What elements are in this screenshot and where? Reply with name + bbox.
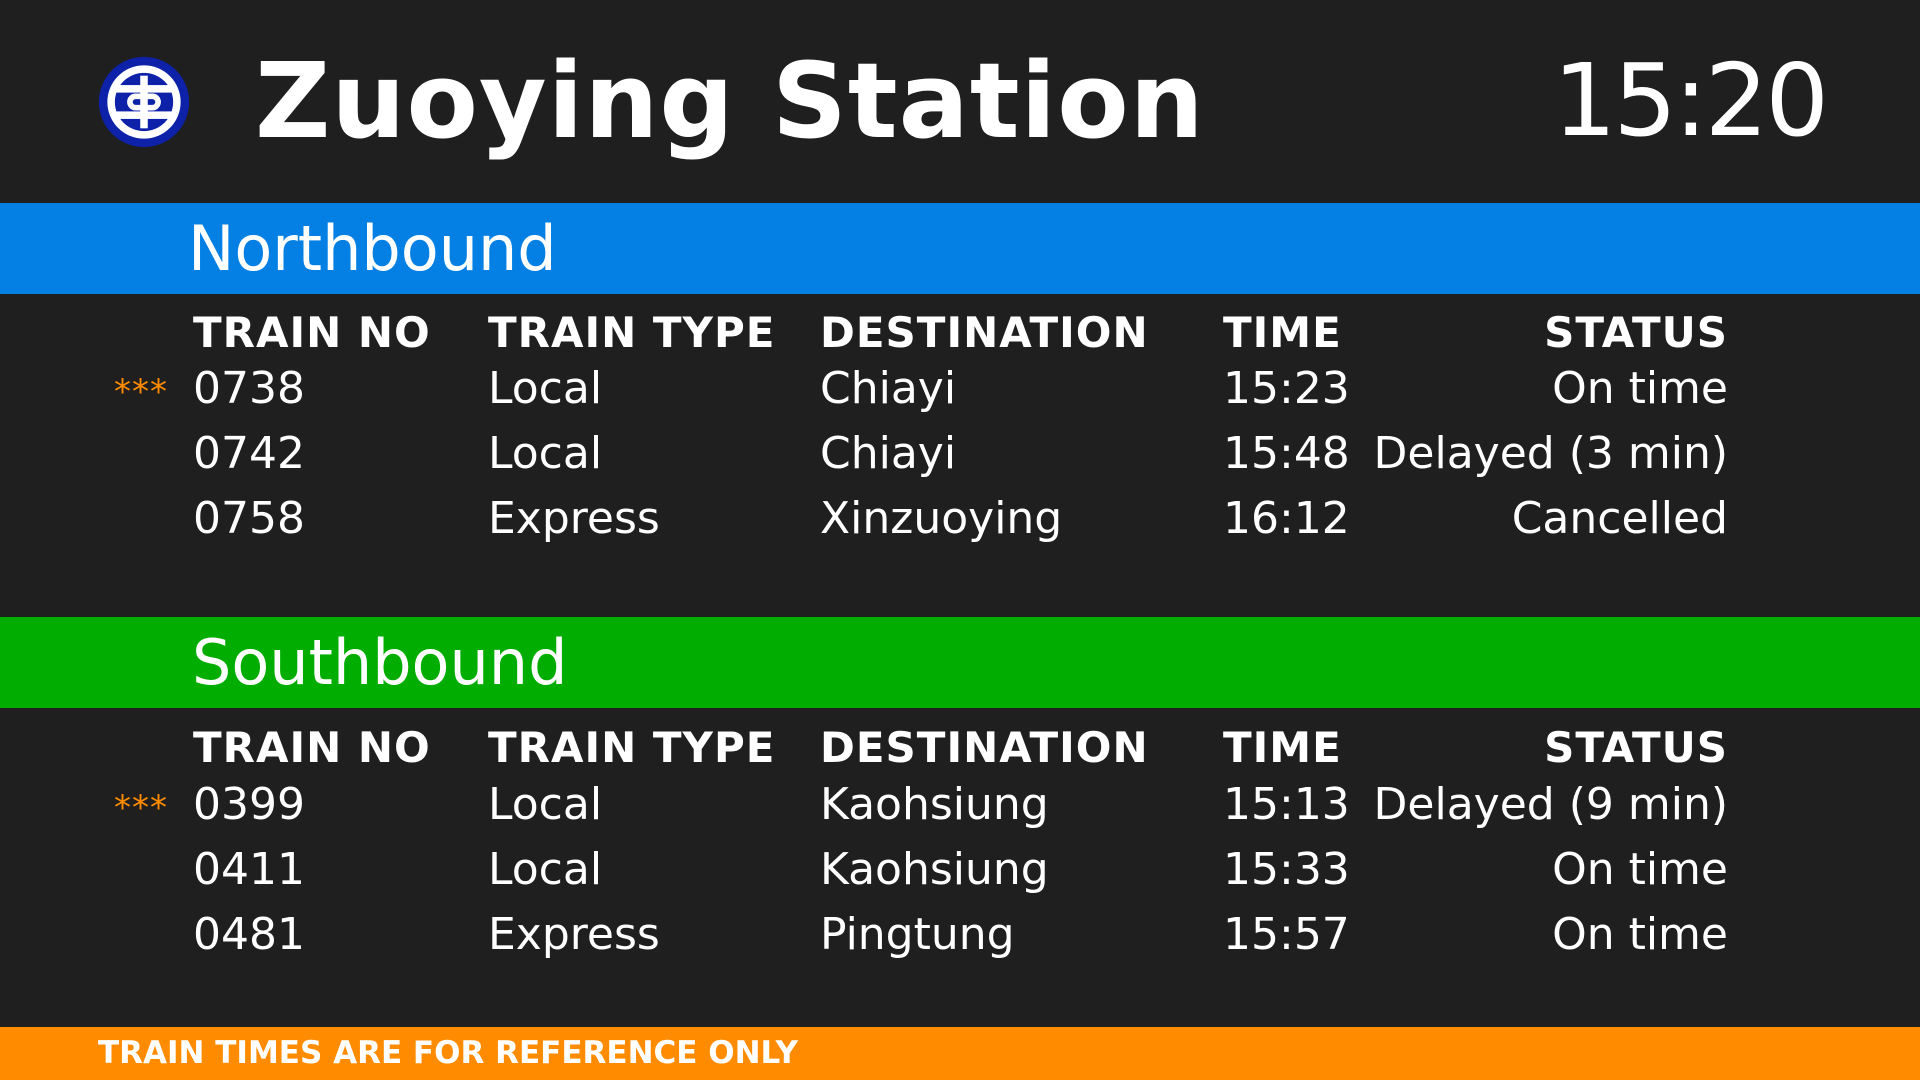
taiwan-railway-logo-icon bbox=[98, 56, 190, 148]
next-train-marker: *** bbox=[114, 788, 168, 828]
northbound-header-row: TRAIN NO TRAIN TYPE DESTINATION TIME STA… bbox=[0, 302, 1920, 364]
reference-notice: TRAIN TIMES ARE FOR REFERENCE ONLY bbox=[98, 1035, 798, 1071]
column-header-destination: DESTINATION bbox=[820, 723, 1149, 772]
column-header-destination: DESTINATION bbox=[820, 308, 1149, 357]
column-header-train-no: TRAIN NO bbox=[193, 308, 431, 357]
column-header-time: TIME bbox=[1223, 723, 1342, 772]
status: Delayed (3 min) bbox=[1373, 428, 1728, 479]
status: Delayed (9 min) bbox=[1373, 779, 1728, 830]
train-no: 0738 bbox=[193, 363, 305, 414]
train-type: Local bbox=[488, 779, 603, 830]
train-no: 0399 bbox=[193, 779, 305, 830]
train-no: 0742 bbox=[193, 428, 305, 479]
next-train-marker: *** bbox=[114, 372, 168, 412]
train-type: Local bbox=[488, 844, 603, 895]
column-header-train-type: TRAIN TYPE bbox=[488, 308, 776, 357]
destination: Chiayi bbox=[820, 428, 957, 479]
status: On time bbox=[1552, 909, 1728, 960]
train-type: Local bbox=[488, 428, 603, 479]
destination: Chiayi bbox=[820, 363, 957, 414]
column-header-status: STATUS bbox=[1544, 308, 1728, 357]
status: Cancelled bbox=[1511, 493, 1728, 544]
table-row: 0411 Local Kaohsiung 15:33 On time bbox=[0, 839, 1920, 901]
status: On time bbox=[1552, 363, 1728, 414]
train-type: Express bbox=[488, 493, 660, 544]
board-header: Zuoying Station 15:20 bbox=[0, 0, 1920, 203]
destination: Kaohsiung bbox=[820, 779, 1049, 830]
departure-time: 15:48 bbox=[1223, 428, 1350, 479]
northbound-title: Northbound bbox=[188, 212, 557, 285]
destination: Pingtung bbox=[820, 909, 1015, 960]
status: On time bbox=[1552, 844, 1728, 895]
departure-time: 15:33 bbox=[1223, 844, 1350, 895]
destination: Xinzuoying bbox=[820, 493, 1063, 544]
table-row: 0742 Local Chiayi 15:48 Delayed (3 min) bbox=[0, 423, 1920, 485]
column-header-time: TIME bbox=[1223, 308, 1342, 357]
footer-bar: TRAIN TIMES ARE FOR REFERENCE ONLY bbox=[0, 1027, 1920, 1080]
destination: Kaohsiung bbox=[820, 844, 1049, 895]
table-row: 0481 Express Pingtung 15:57 On time bbox=[0, 904, 1920, 966]
column-header-train-type: TRAIN TYPE bbox=[488, 723, 776, 772]
train-type: Express bbox=[488, 909, 660, 960]
table-row: *** 0399 Local Kaohsiung 15:13 Delayed (… bbox=[0, 774, 1920, 836]
train-no: 0481 bbox=[193, 909, 305, 960]
train-no: 0411 bbox=[193, 844, 305, 895]
departure-time: 16:12 bbox=[1223, 493, 1350, 544]
southbound-header-row: TRAIN NO TRAIN TYPE DESTINATION TIME STA… bbox=[0, 717, 1920, 779]
departure-time: 15:57 bbox=[1223, 909, 1350, 960]
train-no: 0758 bbox=[193, 493, 305, 544]
departure-time: 15:13 bbox=[1223, 779, 1350, 830]
southbound-title: Southbound bbox=[192, 626, 568, 699]
table-row: *** 0738 Local Chiayi 15:23 On time bbox=[0, 358, 1920, 420]
column-header-status: STATUS bbox=[1544, 723, 1728, 772]
station-name: Zuoying Station bbox=[255, 40, 1205, 162]
departure-board: Zuoying Station 15:20 Northbound TRAIN N… bbox=[0, 0, 1920, 1080]
northbound-bar: Northbound bbox=[0, 203, 1920, 294]
column-header-train-no: TRAIN NO bbox=[193, 723, 431, 772]
current-time: 15:20 bbox=[1552, 42, 1829, 159]
southbound-bar: Southbound bbox=[0, 617, 1920, 708]
table-row: 0758 Express Xinzuoying 16:12 Cancelled bbox=[0, 488, 1920, 550]
train-type: Local bbox=[488, 363, 603, 414]
departure-time: 15:23 bbox=[1223, 363, 1350, 414]
